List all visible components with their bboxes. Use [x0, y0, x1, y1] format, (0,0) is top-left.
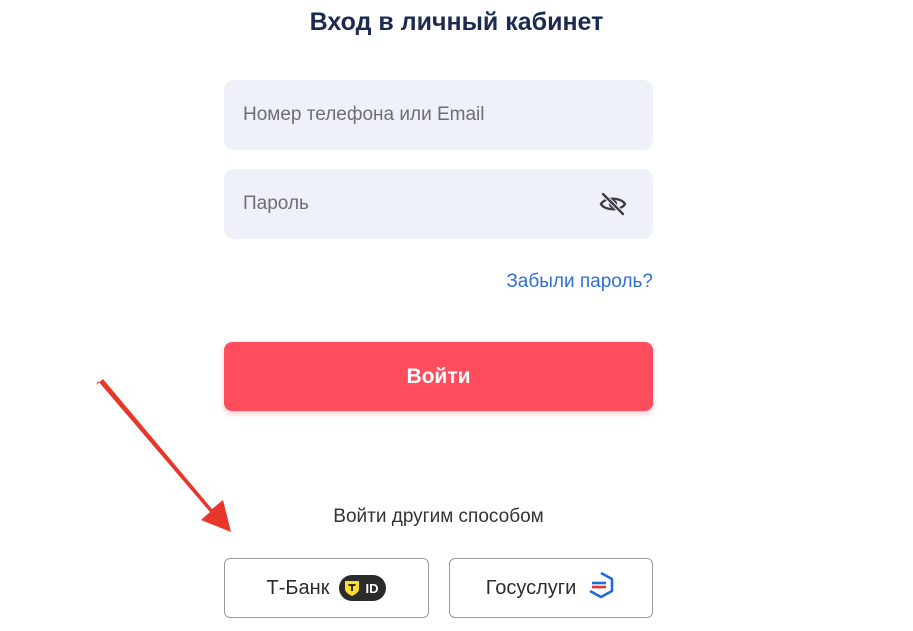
page-title: Вход в личный кабинет: [309, 8, 604, 36]
gosuslugi-label: Госуслуги: [485, 576, 577, 599]
t-id-badge-icon: ID: [339, 575, 387, 601]
password-field[interactable]: [224, 169, 653, 239]
login-field[interactable]: [224, 80, 653, 150]
forgot-password-link[interactable]: Забыли пароль?: [506, 269, 653, 295]
tbank-login-button[interactable]: Т-Банк ID: [224, 558, 429, 618]
password-input[interactable]: [224, 169, 653, 239]
gosuslugi-logo-icon: [586, 570, 616, 606]
tbank-label: Т-Банк: [266, 576, 330, 599]
eye-off-icon[interactable]: [598, 191, 628, 217]
login-page: Вход в личный кабинет Забыли пароль? Вой…: [0, 0, 913, 631]
tbank-badge-text: ID: [365, 580, 379, 596]
alternative-login-caption: Войти другим способом: [333, 506, 544, 527]
gosuslugi-login-button[interactable]: Госуслуги: [449, 558, 653, 618]
login-button[interactable]: Войти: [224, 342, 653, 411]
login-input[interactable]: [224, 80, 653, 150]
